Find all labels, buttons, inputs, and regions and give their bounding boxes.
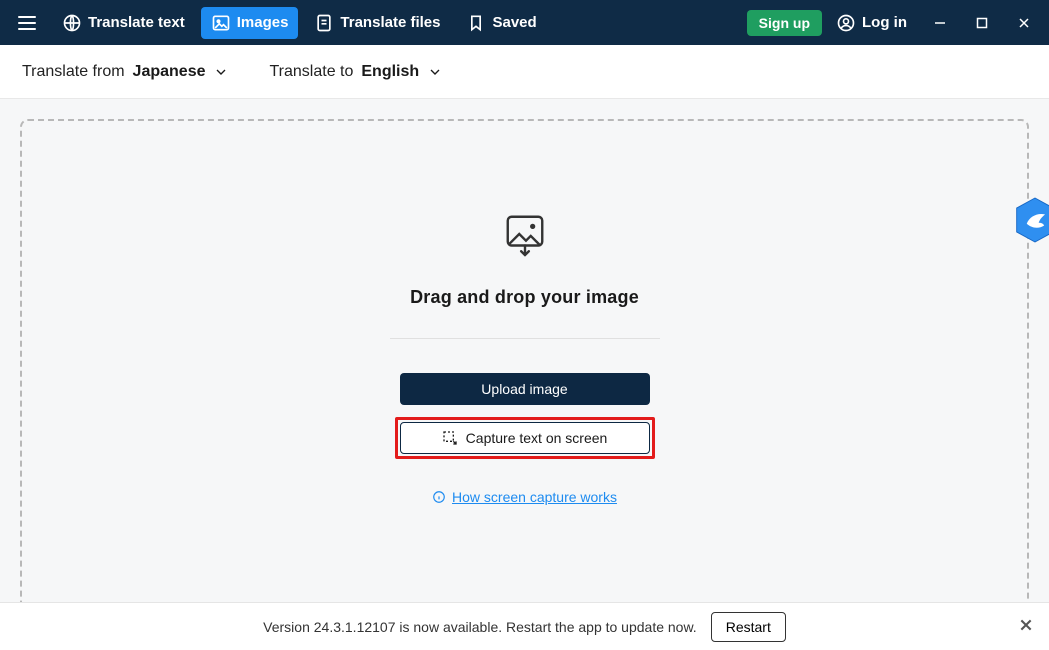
chevron-down-icon — [427, 64, 443, 80]
chevron-down-icon — [213, 64, 229, 80]
minimize-button[interactable] — [931, 14, 949, 32]
nav-label: Translate files — [340, 14, 440, 31]
how-capture-works-link[interactable]: How screen capture works — [432, 489, 617, 505]
nav-label: Saved — [492, 14, 536, 31]
signup-button[interactable]: Sign up — [747, 10, 822, 36]
bookmark-icon — [466, 13, 486, 33]
to-label: Translate to — [269, 63, 353, 81]
translate-to-selector[interactable]: Translate to English — [269, 63, 443, 81]
file-icon — [314, 13, 334, 33]
image-upload-icon — [502, 211, 548, 257]
titlebar: Translate text Images Translate files Sa… — [0, 0, 1049, 45]
close-button[interactable] — [1015, 14, 1033, 32]
nav-label: Images — [237, 14, 289, 31]
assistant-badge[interactable] — [1013, 196, 1049, 244]
nav-translate-files[interactable]: Translate files — [304, 7, 450, 39]
divider — [390, 338, 660, 339]
capture-label: Capture text on screen — [466, 430, 608, 446]
nav-images[interactable]: Images — [201, 7, 299, 39]
restart-button[interactable]: Restart — [711, 612, 786, 642]
update-dismiss-button[interactable] — [1019, 616, 1033, 637]
update-bar: Version 24.3.1.12107 is now available. R… — [0, 602, 1049, 650]
translate-from-selector[interactable]: Translate from Japanese — [22, 63, 229, 81]
highlight-box: Capture text on screen — [395, 417, 655, 459]
from-value: Japanese — [133, 63, 206, 81]
capture-text-button[interactable]: Capture text on screen — [400, 422, 650, 454]
nav-saved[interactable]: Saved — [456, 7, 546, 39]
image-icon — [211, 13, 231, 33]
upload-image-button[interactable]: Upload image — [400, 373, 650, 405]
window-controls — [931, 14, 1033, 32]
nav-label: Translate text — [88, 14, 185, 31]
dropzone-title: Drag and drop your image — [410, 287, 639, 308]
to-value: English — [361, 63, 419, 81]
login-label: Log in — [862, 14, 907, 31]
nav-translate-text[interactable]: Translate text — [52, 7, 195, 39]
top-nav: Translate text Images Translate files Sa… — [52, 7, 547, 39]
info-icon — [432, 490, 446, 504]
image-dropzone[interactable]: Drag and drop your image Upload image Ca… — [20, 119, 1029, 630]
close-icon — [1019, 618, 1033, 632]
update-message: Version 24.3.1.12107 is now available. R… — [263, 619, 697, 635]
menu-icon[interactable] — [18, 11, 42, 35]
login-button[interactable]: Log in — [836, 13, 907, 33]
from-label: Translate from — [22, 63, 125, 81]
language-bar: Translate from Japanese Translate to Eng… — [0, 45, 1049, 99]
main-area: Drag and drop your image Upload image Ca… — [0, 99, 1049, 650]
capture-icon — [442, 430, 458, 446]
user-icon — [836, 13, 856, 33]
howlink-label: How screen capture works — [452, 489, 617, 505]
globe-icon — [62, 13, 82, 33]
maximize-button[interactable] — [973, 14, 991, 32]
